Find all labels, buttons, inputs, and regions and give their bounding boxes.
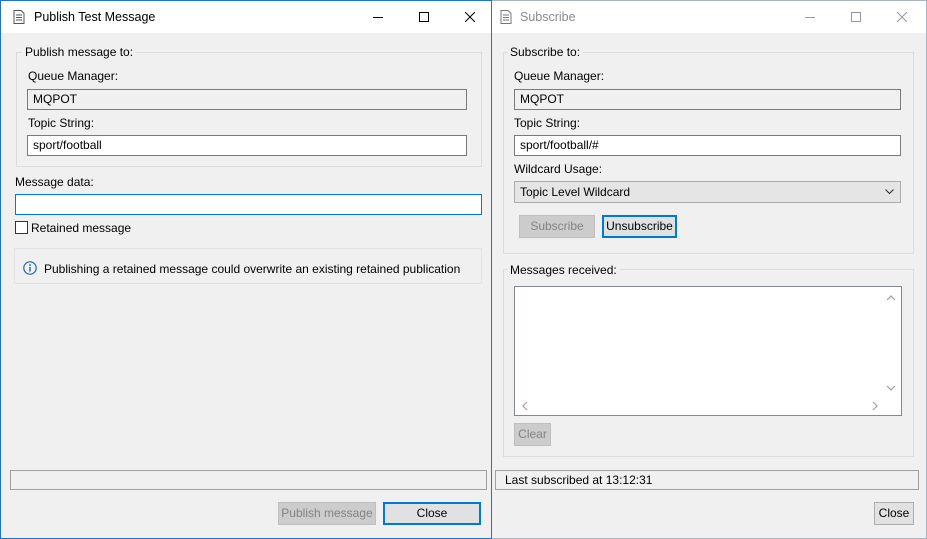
publish-close-button[interactable]: Close — [383, 502, 481, 525]
close-window-button[interactable] — [879, 1, 925, 33]
close-icon — [897, 12, 907, 22]
clear-button[interactable]: Clear — [514, 423, 551, 446]
maximize-button[interactable] — [833, 1, 879, 33]
publish-message-button[interactable]: Publish message — [278, 502, 376, 525]
document-icon — [13, 10, 25, 24]
subscribe-window-title: Subscribe — [520, 10, 576, 24]
minimize-button[interactable] — [787, 1, 833, 33]
close-icon — [465, 12, 475, 22]
minimize-icon — [805, 17, 815, 18]
subscribe-status-bar: Last subscribed at 13:12:31 — [495, 470, 919, 490]
messages-received-label: Messages received: — [507, 263, 620, 277]
retained-info-panel: Publishing a retained message could over… — [14, 248, 482, 284]
message-data-label: Message data: — [15, 175, 94, 189]
retained-info-text: Publishing a retained message could over… — [44, 262, 461, 276]
publish-status-bar — [10, 470, 487, 490]
message-data-input[interactable] — [15, 194, 482, 215]
queue-manager-field[interactable]: MQPOT — [27, 89, 467, 110]
chevron-down-icon — [885, 189, 894, 195]
scroll-left-icon[interactable] — [520, 401, 530, 411]
publish-title-bar[interactable]: Publish Test Message — [1, 1, 491, 33]
wildcard-usage-value: Topic Level Wildcard — [520, 185, 631, 199]
subscribe-close-button[interactable]: Close — [874, 502, 914, 525]
info-icon — [23, 261, 37, 275]
document-icon — [500, 10, 512, 24]
wildcard-usage-select[interactable]: Topic Level Wildcard — [514, 181, 901, 203]
minimize-icon — [373, 17, 383, 18]
unsubscribe-button[interactable]: Unsubscribe — [602, 215, 677, 238]
topic-string-input[interactable]: sport/football/# — [514, 135, 901, 156]
topic-string-label: Topic String: — [514, 116, 581, 130]
subscribe-button[interactable]: Subscribe — [519, 215, 595, 238]
publish-to-group-label: Publish message to: — [22, 45, 137, 59]
subscribe-window: Subscribe Subscribe to: Queue Manager: M… — [492, 0, 927, 539]
publish-window-title: Publish Test Message — [34, 10, 156, 24]
messages-received-textarea[interactable] — [514, 286, 902, 416]
queue-manager-field[interactable]: MQPOT — [514, 89, 901, 110]
scroll-down-icon[interactable] — [886, 383, 896, 393]
close-window-button[interactable] — [447, 1, 491, 33]
minimize-button[interactable] — [355, 1, 401, 33]
queue-manager-label: Queue Manager: — [514, 69, 605, 83]
maximize-icon — [851, 12, 861, 22]
subscribe-to-group-label: Subscribe to: — [507, 45, 584, 59]
maximize-icon — [419, 12, 429, 22]
scroll-right-icon[interactable] — [870, 401, 880, 411]
queue-manager-label: Queue Manager: — [28, 69, 119, 83]
wildcard-usage-label: Wildcard Usage: — [514, 162, 603, 176]
desktop: { "background_window": { "fragment": "Оп… — [0, 0, 927, 539]
publish-test-message-window: Publish Test Message Publish message to:… — [0, 0, 492, 539]
topic-string-label: Topic String: — [28, 116, 95, 130]
retained-message-checkbox[interactable] — [15, 221, 28, 234]
scroll-up-icon[interactable] — [886, 293, 896, 303]
maximize-button[interactable] — [401, 1, 447, 33]
subscribe-title-bar[interactable]: Subscribe — [492, 1, 926, 33]
topic-string-input[interactable]: sport/football — [27, 135, 467, 156]
retained-message-label[interactable]: Retained message — [31, 221, 131, 235]
